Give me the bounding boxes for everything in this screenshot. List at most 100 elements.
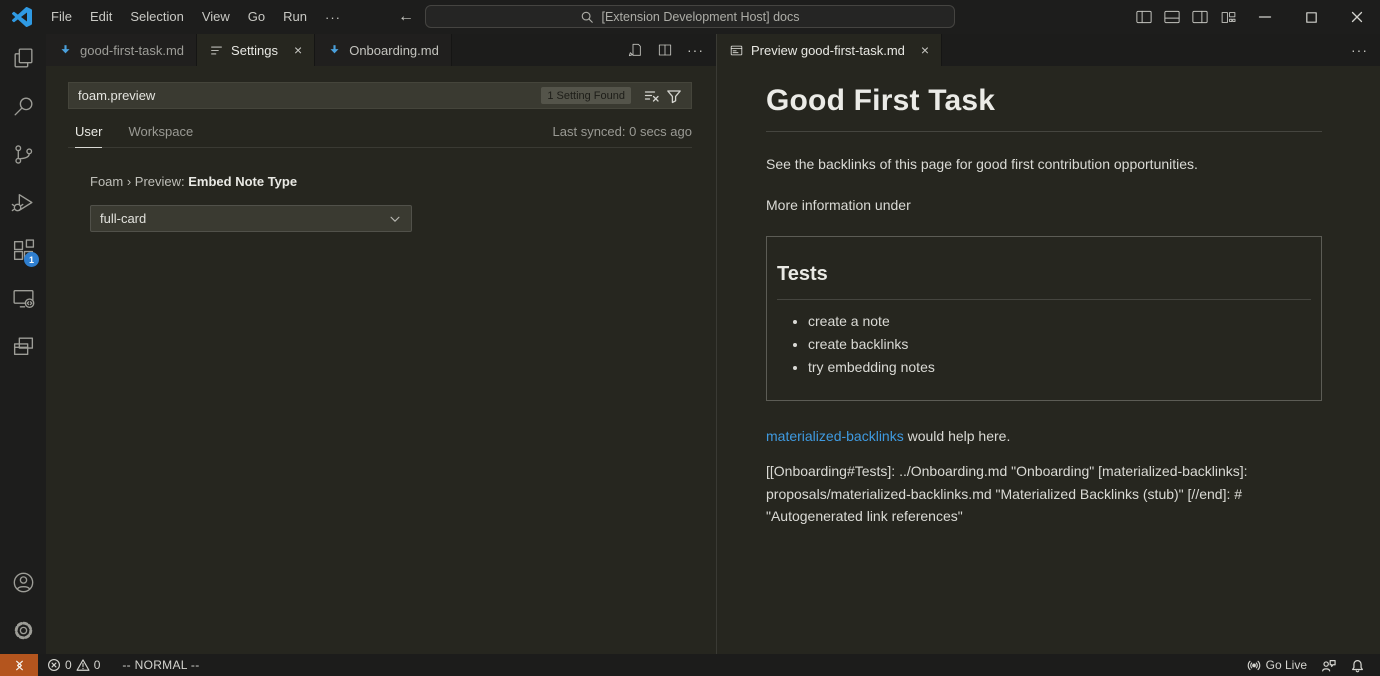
source-control-icon[interactable] [0,130,46,178]
split-editor-icon[interactable] [657,42,673,58]
title-bar: File Edit Selection View Go Run ··· ← → … [0,0,1380,34]
title-rule [766,131,1322,132]
setting-label: Foam › Preview: Embed Note Type [90,174,412,189]
warnings-count: 0 [94,658,101,672]
run-and-debug-icon[interactable] [0,178,46,226]
tab-preview-good-first-task[interactable]: Preview good-first-task.md × [717,34,942,66]
markdown-preview-icon [729,43,744,58]
list-item: try embedding notes [808,359,1311,375]
filter-settings-icon[interactable] [664,86,684,106]
editor-group-right: Preview good-first-task.md × ··· Good Fi… [717,34,1380,654]
menu-view[interactable]: View [193,4,239,30]
close-tab-icon[interactable]: × [921,43,929,57]
menu-file[interactable]: File [42,4,81,30]
menu-run[interactable]: Run [274,4,316,30]
scope-tab-workspace[interactable]: Workspace [128,124,193,147]
editor-layouts-icon[interactable] [0,322,46,370]
minimize-button[interactable] [1242,0,1288,34]
materialized-backlinks-link[interactable]: materialized-backlinks [766,428,904,444]
menu-edit[interactable]: Edit [81,4,121,30]
vim-mode-label: -- NORMAL -- [122,658,199,672]
embedded-note-card: Tests create a note create backlinks try… [766,236,1322,401]
preview-title: Good First Task [766,84,1380,118]
settings-editor-icon [209,43,224,58]
scope-tab-user[interactable]: User [75,124,102,148]
clear-settings-search-icon[interactable] [642,86,662,106]
settings-search-input[interactable]: foam.preview 1 Setting Found [68,82,692,109]
editor-actions-right: ··· [1351,34,1380,66]
vscode-logo-icon [12,7,32,27]
preview-paragraph: materialized-backlinks would help here. [766,428,1380,444]
editor-group-left: good-first-task.md Settings × Onboarding… [46,34,716,654]
errors-count: 0 [65,658,72,672]
search-sidebar-icon[interactable] [0,82,46,130]
link-references-paragraph: [[Onboarding#Tests]: ../Onboarding.md "O… [766,460,1326,528]
activity-bar: 1 [0,34,46,654]
open-settings-json-icon[interactable] [627,42,643,58]
go-live-label: Go Live [1266,658,1307,672]
editor-actions-left: ··· [627,34,716,66]
dropdown-value: full-card [100,211,146,226]
markdown-file-icon [327,43,342,58]
chevron-down-icon [388,212,402,226]
close-window-button[interactable] [1334,0,1380,34]
broadcast-icon [1247,658,1261,672]
preview-paragraph: See the backlinks of this page for good … [766,156,1380,172]
maximize-button[interactable] [1288,0,1334,34]
command-center-label: [Extension Development Host] docs [601,10,799,24]
remote-explorer-icon[interactable] [0,274,46,322]
vim-mode-status[interactable]: -- NORMAL -- [115,654,206,676]
close-tab-icon[interactable]: × [294,43,302,57]
toggle-primary-sidebar-icon[interactable] [1130,0,1158,34]
explorer-icon[interactable] [0,34,46,82]
tab-onboarding[interactable]: Onboarding.md [315,34,452,66]
embed-note-type-dropdown[interactable]: full-card [90,205,412,232]
tab-good-first-task[interactable]: good-first-task.md [46,34,197,66]
status-bar: 0 0 -- NORMAL -- Go Live [0,654,1380,676]
warnings-icon [76,658,90,672]
list-item: create a note [808,313,1311,329]
extensions-icon[interactable]: 1 [0,226,46,274]
menu-selection[interactable]: Selection [121,4,192,30]
embedded-note-title: Tests [777,263,1311,300]
setting-item-embed-note-type: Foam › Preview: Embed Note Type full-car… [90,174,412,232]
status-bar-right: Go Live [1240,654,1380,676]
menu-go[interactable]: Go [239,4,274,30]
settings-editor: foam.preview 1 Setting Found User Worksp… [46,66,716,654]
menu-more-button[interactable]: ··· [316,10,350,25]
toggle-panel-icon[interactable] [1158,0,1186,34]
more-actions-icon[interactable]: ··· [687,42,704,58]
settings-count-badge: 1 Setting Found [541,87,631,104]
accounts-icon[interactable] [0,558,46,606]
tab-label: Settings [231,43,278,58]
tab-settings[interactable]: Settings × [197,34,315,66]
customize-layout-icon[interactable] [1214,0,1242,34]
embedded-note-list: create a note create backlinks try embed… [786,313,1311,375]
bell-icon [1350,658,1365,673]
errors-icon [47,658,61,672]
setting-label-prefix: Foam › Preview: [90,174,188,189]
feedback-icon [1321,658,1336,673]
settings-scope-tabs: User Workspace Last synced: 0 secs ago [68,119,692,148]
extensions-badge: 1 [24,252,39,267]
last-synced-label: Last synced: 0 secs ago [553,124,692,147]
notifications-status[interactable] [1343,654,1372,676]
command-center-search[interactable]: [Extension Development Host] docs [425,5,955,28]
feedback-status[interactable] [1314,654,1343,676]
tab-bar-left: good-first-task.md Settings × Onboarding… [46,34,716,66]
problems-status[interactable]: 0 0 [40,654,107,676]
toggle-secondary-sidebar-icon[interactable] [1186,0,1214,34]
settings-search-value: foam.preview [78,88,541,103]
go-live-status[interactable]: Go Live [1240,654,1314,676]
remote-indicator[interactable] [0,654,38,676]
more-actions-icon[interactable]: ··· [1351,42,1368,58]
link-suffix-text: would help here. [904,428,1011,444]
settings-gear-icon[interactable] [0,606,46,654]
window-controls [1130,0,1380,34]
list-item: create backlinks [808,336,1311,352]
setting-label-name: Embed Note Type [188,174,297,189]
search-icon [580,10,594,24]
preview-paragraph: More information under [766,197,1380,213]
markdown-file-icon [58,43,73,58]
navigate-back-icon[interactable]: ← [398,8,414,26]
